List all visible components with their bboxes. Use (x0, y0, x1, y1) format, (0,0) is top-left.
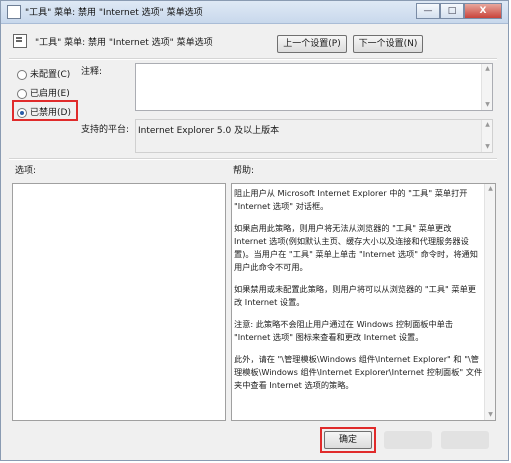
minimize-button[interactable]: — (416, 3, 440, 19)
blurred-cancel-button[interactable] (384, 431, 432, 449)
policy-dialog: "工具" 菜单: 禁用 "Internet 选项" 菜单选项 — □ X "工具… (0, 0, 509, 461)
scroll-up-icon[interactable]: ▲ (485, 184, 496, 194)
radio-enabled-label: 已启用(E) (30, 89, 70, 99)
next-setting-button[interactable]: 下一个设置(N) (353, 35, 423, 53)
help-paragraph: 如果禁用或未配置此策略，则用户将可以从浏览器的 "工具" 菜单更改 Intern… (234, 284, 476, 307)
section-divider (9, 158, 497, 160)
platform-value: Internet Explorer 5.0 及以上版本 (138, 126, 280, 136)
highlight-disabled-option (12, 100, 78, 121)
radio-enabled[interactable]: 已启用(E) (17, 86, 70, 99)
radio-not-configured-dot[interactable] (17, 69, 27, 80)
comment-label: 注释: (81, 67, 103, 77)
options-label: 选项: (15, 166, 37, 176)
radio-not-configured[interactable]: 未配置(C) (17, 67, 70, 80)
scroll-down-icon[interactable]: ▼ (485, 410, 496, 420)
scroll-up-icon[interactable]: ▲ (482, 120, 493, 130)
scroll-down-icon[interactable]: ▼ (482, 100, 493, 110)
radio-not-configured-label: 未配置(C) (30, 70, 71, 80)
title-bar[interactable]: "工具" 菜单: 禁用 "Internet 选项" 菜单选项 — □ X (1, 1, 508, 24)
help-scrollbar[interactable]: ▲ ▼ (484, 184, 495, 420)
comment-textarea[interactable]: ▲ ▼ (135, 63, 493, 111)
header-divider (9, 58, 497, 60)
help-paragraph: 如果启用此策略，则用户将无法从浏览器的 "工具" 菜单更改 Internet 选… (234, 223, 478, 272)
radio-enabled-dot[interactable] (17, 88, 27, 99)
scroll-down-icon[interactable]: ▼ (482, 142, 493, 152)
help-paragraph: 注意: 此策略不会阻止用户通过在 Windows 控制面板中单击 "Intern… (234, 319, 454, 342)
help-text: 阻止用户从 Microsoft Internet Explorer 中的 "工具… (234, 187, 484, 401)
platform-field: Internet Explorer 5.0 及以上版本 ▲ ▼ (135, 119, 493, 153)
comment-scrollbar[interactable]: ▲ ▼ (481, 64, 492, 110)
help-paragraph: 阻止用户从 Microsoft Internet Explorer 中的 "工具… (234, 188, 468, 211)
maximize-button[interactable]: □ (440, 3, 464, 19)
help-paragraph: 此外，请在 "\管理模板\Windows 组件\Internet Explore… (234, 354, 483, 390)
previous-setting-button[interactable]: 上一个设置(P) (277, 35, 347, 53)
platform-scrollbar[interactable]: ▲ ▼ (481, 120, 492, 152)
app-icon (7, 5, 21, 19)
help-label: 帮助: (233, 166, 255, 176)
window-controls: — □ X (416, 3, 502, 19)
close-button[interactable]: X (464, 3, 502, 19)
blurred-apply-button[interactable] (441, 431, 489, 449)
scroll-up-icon[interactable]: ▲ (482, 64, 493, 74)
policy-name: "工具" 菜单: 禁用 "Internet 选项" 菜单选项 (35, 38, 213, 48)
policy-setting-icon (13, 34, 27, 48)
options-panel (12, 183, 226, 421)
platform-label: 支持的平台: (81, 125, 130, 135)
highlight-ok-button (320, 427, 376, 453)
window-title: "工具" 菜单: 禁用 "Internet 选项" 菜单选项 (25, 8, 203, 18)
